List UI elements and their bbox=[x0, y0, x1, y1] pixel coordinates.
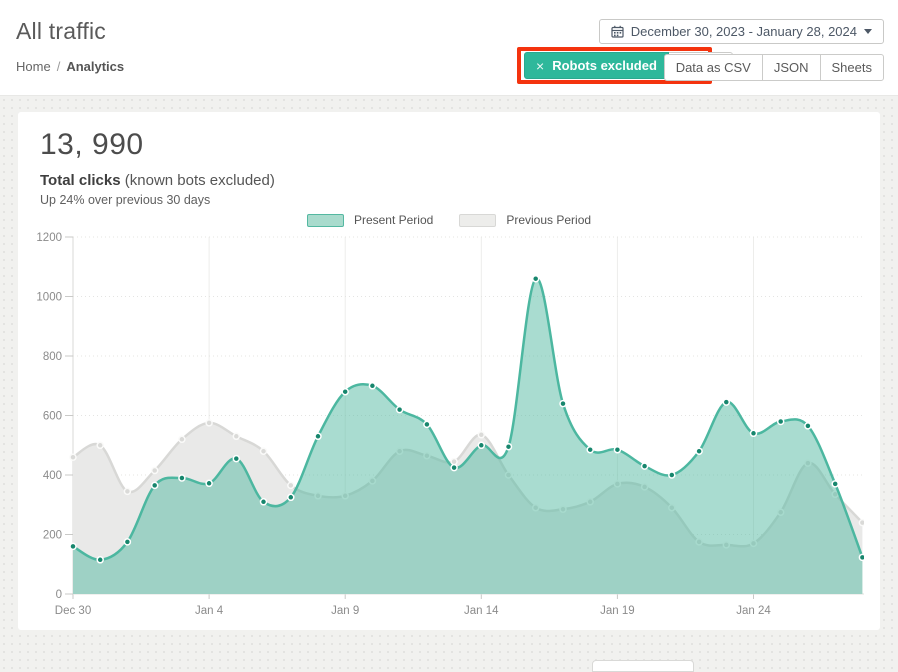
present-period-point[interactable] bbox=[859, 554, 864, 560]
previous-period-point bbox=[288, 482, 294, 488]
present-period-point[interactable] bbox=[778, 419, 784, 425]
top-header: All traffic Home / Analytics December 30, … bbox=[0, 0, 898, 96]
previous-period-point bbox=[70, 454, 76, 460]
y-tick-label: 400 bbox=[43, 470, 62, 482]
x-tick-label: Jan 4 bbox=[195, 605, 224, 617]
present-period-point[interactable] bbox=[233, 456, 239, 462]
previous-period-point bbox=[152, 468, 158, 474]
breadcrumb: Home / Analytics bbox=[16, 59, 124, 74]
present-period-point[interactable] bbox=[614, 447, 620, 453]
robots-excluded-label: Robots excluded bbox=[552, 58, 657, 73]
previous-period-point bbox=[859, 520, 864, 526]
total-clicks-label: Total clicks (known bots excluded) bbox=[40, 172, 275, 189]
date-range-button[interactable]: December 30, 2023 - January 28, 2024 bbox=[599, 19, 884, 44]
breadcrumb-current: Analytics bbox=[66, 59, 124, 74]
sheets-button[interactable]: Sheets bbox=[820, 54, 884, 81]
present-period-point[interactable] bbox=[506, 444, 512, 450]
date-range-label: December 30, 2023 - January 28, 2024 bbox=[631, 24, 857, 39]
y-tick-label: 200 bbox=[43, 530, 62, 542]
previous-period-point bbox=[261, 448, 267, 454]
present-period-point[interactable] bbox=[723, 399, 729, 405]
present-period-point[interactable] bbox=[261, 499, 267, 505]
export-button-group: Data as CSV JSON Sheets bbox=[664, 54, 884, 81]
x-tick-label: Jan 14 bbox=[464, 605, 499, 617]
comparison-subtitle: Up 24% over previous 30 days bbox=[40, 193, 210, 207]
close-icon[interactable]: × bbox=[536, 58, 544, 74]
y-tick-label: 800 bbox=[43, 351, 62, 363]
y-tick-label: 0 bbox=[56, 589, 62, 601]
present-period-point[interactable] bbox=[288, 494, 294, 500]
traffic-chart-svg: Dec 30 Jan 4 Jan 9 Jan 14 Jan 19 Jan 24 0 200 40… bbox=[34, 222, 864, 626]
present-period-point[interactable] bbox=[832, 481, 838, 487]
previous-period-point bbox=[97, 442, 103, 448]
previous-period-point bbox=[478, 432, 484, 438]
json-button[interactable]: JSON bbox=[762, 54, 821, 81]
total-clicks-label-note: (known bots excluded) bbox=[121, 172, 275, 189]
page-title: All traffic bbox=[16, 18, 106, 45]
previous-period-point bbox=[233, 433, 239, 439]
total-clicks-value: 13, 990 bbox=[40, 128, 144, 162]
present-period-point[interactable] bbox=[179, 475, 185, 481]
present-period-point[interactable] bbox=[206, 480, 212, 486]
chart-area: Dec 30 Jan 4 Jan 9 Jan 14 Jan 19 Jan 24 0 200 40… bbox=[34, 222, 864, 631]
present-period-point[interactable] bbox=[533, 276, 539, 282]
present-period-point[interactable] bbox=[805, 423, 811, 429]
traffic-card: 13, 990 Total clicks (known bots exclude… bbox=[18, 112, 880, 630]
y-tick-label: 1000 bbox=[36, 292, 62, 304]
present-period-point[interactable] bbox=[97, 557, 103, 563]
x-tick-label: Dec 30 bbox=[55, 605, 91, 617]
present-period-point[interactable] bbox=[587, 447, 593, 453]
breadcrumb-home[interactable]: Home bbox=[16, 59, 51, 74]
present-period-point[interactable] bbox=[478, 442, 484, 448]
present-period-point[interactable] bbox=[342, 389, 348, 395]
present-period-point[interactable] bbox=[669, 472, 675, 478]
cutoff-white-box bbox=[592, 660, 694, 672]
present-period-point[interactable] bbox=[560, 401, 566, 407]
total-clicks-label-bold: Total clicks bbox=[40, 172, 121, 189]
previous-period-point bbox=[179, 436, 185, 442]
x-tick-label: Jan 19 bbox=[600, 605, 635, 617]
present-period-point[interactable] bbox=[751, 430, 757, 436]
data-as-csv-button[interactable]: Data as CSV bbox=[664, 54, 763, 81]
present-period-point[interactable] bbox=[397, 407, 403, 413]
present-period-point[interactable] bbox=[124, 539, 130, 545]
present-period-point[interactable] bbox=[424, 421, 430, 427]
caret-down-icon bbox=[864, 29, 872, 34]
present-period-point[interactable] bbox=[369, 383, 375, 389]
present-period-point[interactable] bbox=[642, 463, 648, 469]
y-tick-label: 1200 bbox=[36, 232, 62, 244]
robots-excluded-filter-button[interactable]: × Robots excluded bbox=[524, 52, 669, 79]
present-period-point[interactable] bbox=[152, 482, 158, 488]
calendar-icon bbox=[611, 25, 624, 38]
x-tick-label: Jan 24 bbox=[736, 605, 771, 617]
previous-period-point bbox=[451, 459, 457, 465]
breadcrumb-separator: / bbox=[57, 59, 61, 74]
previous-period-point bbox=[206, 420, 212, 426]
present-period-point[interactable] bbox=[696, 448, 702, 454]
x-tick-label: Jan 9 bbox=[331, 605, 359, 617]
present-period-point[interactable] bbox=[70, 543, 76, 549]
present-period-point[interactable] bbox=[315, 433, 321, 439]
present-period-point[interactable] bbox=[451, 465, 457, 471]
previous-period-point bbox=[124, 488, 130, 494]
y-tick-label: 600 bbox=[43, 411, 62, 423]
